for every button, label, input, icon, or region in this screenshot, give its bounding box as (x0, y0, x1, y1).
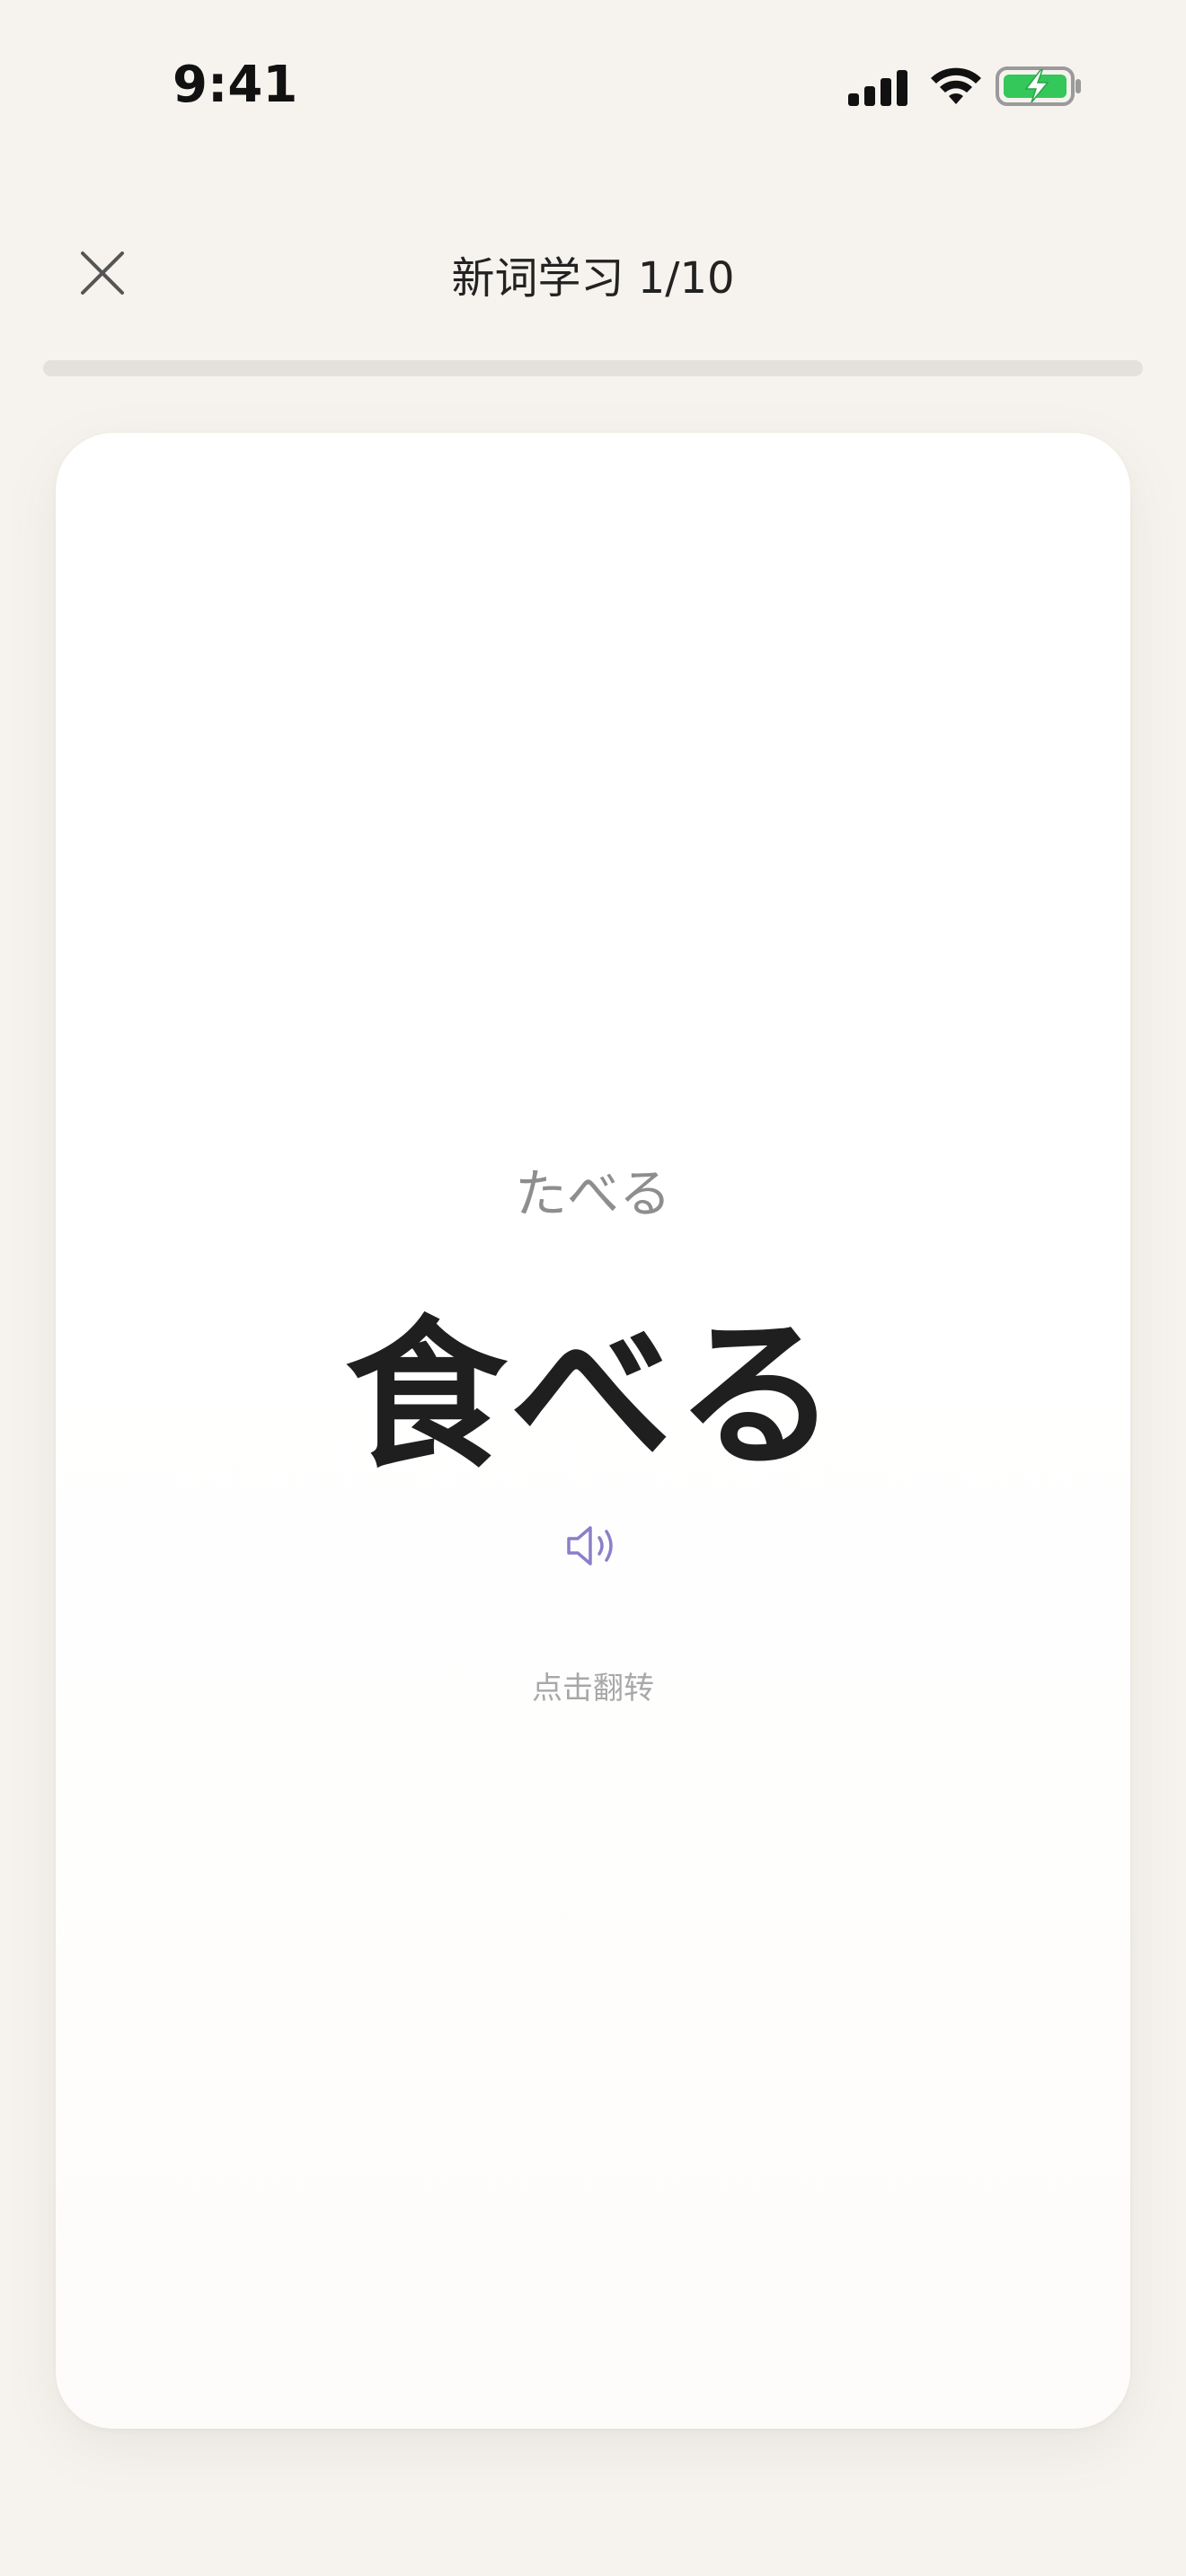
status-bar: 9:41 (0, 0, 1186, 171)
wifi-icon (931, 67, 981, 104)
status-icons (846, 63, 1081, 113)
word-text: 食べる (344, 1302, 841, 1490)
cellular-signal-icon (848, 70, 907, 106)
flashcard[interactable]: たべる 食べる 点击翻转 (56, 433, 1130, 2429)
progress-bar (43, 360, 1143, 376)
header: 新词学习 1/10 (0, 216, 1186, 323)
flip-hint: 点击翻转 (532, 1671, 654, 1707)
status-time: 9:41 (173, 56, 298, 114)
play-audio-button[interactable] (554, 1507, 632, 1584)
battery-charging-icon (996, 66, 1081, 106)
word-reading: たべる (514, 1163, 671, 1224)
speaker-icon (567, 1526, 613, 1566)
page-title: 新词学习 1/10 (451, 253, 735, 304)
